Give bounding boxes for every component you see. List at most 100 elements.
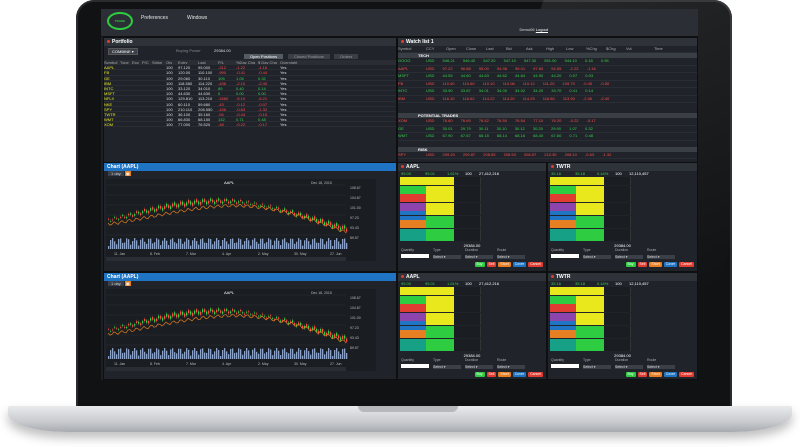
cover-button[interactable]: Cover bbox=[512, 262, 527, 267]
portfolio-row[interactable]: XOM 100 77.000 76.520 -48 -0.22 -0.17 Yes bbox=[104, 122, 396, 128]
close-icon[interactable] bbox=[401, 40, 404, 44]
sell-button[interactable]: Sell bbox=[486, 372, 497, 377]
watchlist-row[interactable]: MSFT USD 44.55 44.60 44.63 44.62 44.64 44… bbox=[398, 73, 697, 81]
watchlist-col-10[interactable]: $Chg bbox=[606, 46, 626, 51]
depth-row[interactable] bbox=[550, 237, 695, 242]
cancel-button[interactable]: Cancel bbox=[679, 262, 694, 267]
order-select[interactable]: Select ▾ bbox=[615, 365, 643, 369]
volume-bar bbox=[248, 240, 250, 249]
logout-link[interactable]: Logout bbox=[536, 27, 548, 32]
short-button[interactable]: Short bbox=[649, 372, 662, 377]
quantity-input[interactable] bbox=[551, 254, 579, 258]
tab-closed-positions[interactable]: Closed Positions bbox=[288, 54, 330, 59]
watchlist-col-8[interactable]: Low bbox=[566, 46, 586, 51]
order-select[interactable]: Select ▾ bbox=[583, 365, 611, 369]
order-select[interactable]: Select ▾ bbox=[615, 255, 643, 259]
chart-settings-icon-1[interactable]: ▣ bbox=[124, 171, 131, 176]
chart-interval-1[interactable]: 1 day bbox=[108, 171, 124, 176]
buy-button[interactable]: Buy bbox=[625, 262, 636, 267]
buy-button[interactable]: Buy bbox=[625, 372, 636, 377]
order-select[interactable]: Select ▾ bbox=[583, 255, 611, 259]
buy-button[interactable]: Buy bbox=[474, 262, 485, 267]
order-select[interactable]: Select ▾ bbox=[465, 255, 493, 259]
watchlist-col-7[interactable]: High bbox=[546, 46, 566, 51]
account-select[interactable]: COMBINE ▾ bbox=[108, 48, 138, 55]
depth-row[interactable] bbox=[400, 237, 544, 242]
depth-row[interactable] bbox=[550, 347, 695, 352]
volume-bar bbox=[306, 238, 308, 249]
short-button[interactable]: Short bbox=[649, 262, 662, 267]
price-chart-2[interactable]: 108.67 104.87 101.00 97.23 93.43 89.57 11. Jan… bbox=[106, 289, 376, 371]
navigator-bar[interactable] bbox=[106, 257, 346, 261]
price-chart-1[interactable]: 108.67 104.87 101.00 97.23 93.43 89.57 11. Jan… bbox=[106, 179, 376, 261]
candle bbox=[250, 204, 252, 205]
laptop-base bbox=[8, 406, 792, 432]
quantity-input[interactable] bbox=[401, 254, 429, 258]
quantity-input[interactable] bbox=[401, 364, 429, 368]
watchlist-row[interactable]: IBM USD 116.10 116.62 114.22 114.20 114.2… bbox=[398, 96, 697, 103]
candle bbox=[210, 198, 212, 202]
sell-button[interactable]: Sell bbox=[486, 262, 497, 267]
watchlist-row[interactable]: AAPL USD 97.22 96.88 95.00 94.98 95.01 97… bbox=[398, 66, 697, 73]
watchlist-col-4[interactable]: Last bbox=[486, 46, 506, 51]
watchlist-row[interactable]: FB USD 110.40 110.60 110.10 110.08 110.12… bbox=[398, 81, 697, 88]
buy-button[interactable]: Buy bbox=[474, 372, 485, 377]
candle bbox=[266, 207, 268, 209]
tab-open-positions[interactable]: Open Positions bbox=[244, 54, 284, 59]
watchlist-col-3[interactable]: Close bbox=[466, 46, 486, 51]
quantity-input[interactable] bbox=[551, 364, 579, 368]
watchlist-col-12[interactable]: Time bbox=[654, 46, 674, 51]
cancel-button[interactable]: Cancel bbox=[528, 372, 543, 377]
menu-windows[interactable]: Windows bbox=[187, 15, 207, 21]
order-select[interactable]: Select ▾ bbox=[497, 255, 525, 259]
order-select[interactable]: Select ▾ bbox=[433, 255, 461, 259]
order-select[interactable]: Select ▾ bbox=[647, 255, 675, 259]
cover-button[interactable]: Cover bbox=[512, 372, 527, 377]
navigator-bar[interactable] bbox=[106, 367, 346, 371]
order-select[interactable]: Select ▾ bbox=[465, 365, 493, 369]
cancel-button[interactable]: Cancel bbox=[528, 262, 543, 267]
chart-symbol: AAPL bbox=[224, 180, 235, 185]
tab-orders[interactable]: Orders bbox=[334, 54, 359, 59]
depth-row[interactable] bbox=[400, 347, 544, 352]
chart-interval-2[interactable]: 1 day bbox=[108, 281, 124, 286]
watchlist-row[interactable]: WMT USD 67.90 67.67 68.15 68.14 68.16 68.… bbox=[398, 133, 697, 141]
order-select[interactable]: Select ▾ bbox=[647, 365, 675, 369]
order-select[interactable]: Select ▾ bbox=[433, 365, 461, 369]
close-icon[interactable] bbox=[107, 40, 110, 44]
watchlist-row[interactable]: INTC USD 33.90 33.87 34.01 34.00 34.02 34… bbox=[398, 88, 697, 96]
watchlist-col-9[interactable]: %Chg bbox=[586, 46, 606, 51]
volume-bar bbox=[236, 242, 238, 249]
sell-button[interactable]: Sell bbox=[637, 262, 648, 267]
watchlist-row[interactable]: GE USD 30.01 29.79 30.11 30.10 30.12 30.2… bbox=[398, 126, 697, 133]
close-icon[interactable] bbox=[551, 165, 554, 169]
volume-bar bbox=[338, 241, 340, 249]
watchlist-values: USD 67.90 67.67 68.15 68.14 68.16 68.40 … bbox=[426, 133, 594, 138]
volume-bar bbox=[314, 348, 316, 359]
close-icon[interactable] bbox=[551, 275, 554, 279]
volume-bar bbox=[294, 243, 296, 249]
cover-button[interactable]: Cover bbox=[663, 372, 678, 377]
watchlist-row[interactable]: XOM USD 76.60 76.69 76.52 76.50 76.54 77.… bbox=[398, 118, 697, 126]
watchlist-col-2[interactable]: Open bbox=[446, 46, 466, 51]
sell-button[interactable]: Sell bbox=[637, 372, 648, 377]
watchlist-col-0[interactable]: Symbol bbox=[398, 46, 426, 51]
short-button[interactable]: Short bbox=[498, 262, 511, 267]
cancel-button[interactable]: Cancel bbox=[679, 372, 694, 377]
watchlist-row[interactable]: GOOG USD 546.21 546.40 547.20 547.10 547.… bbox=[398, 58, 697, 66]
watchlist-col-1[interactable]: CCY bbox=[426, 46, 446, 51]
watchlist-col-6[interactable]: Ask bbox=[526, 46, 546, 51]
cover-button[interactable]: Cover bbox=[663, 262, 678, 267]
close-icon[interactable] bbox=[401, 275, 404, 279]
short-button[interactable]: Short bbox=[498, 372, 511, 377]
chart-settings-icon-2[interactable]: ▣ bbox=[124, 281, 131, 286]
order-select[interactable]: Select ▾ bbox=[497, 365, 525, 369]
candle bbox=[112, 329, 114, 331]
close-icon[interactable] bbox=[401, 165, 404, 169]
y-tick-label: 97.23 bbox=[350, 326, 359, 330]
watchlist-row[interactable]: SPY USD 209.20 209.87 208.55 208.53 208.5… bbox=[398, 152, 697, 159]
volume-bar bbox=[258, 353, 260, 359]
menu-preferences[interactable]: Preferences bbox=[141, 15, 168, 21]
watchlist-col-11[interactable]: Vol bbox=[626, 46, 654, 51]
watchlist-col-5[interactable]: Bid bbox=[506, 46, 526, 51]
